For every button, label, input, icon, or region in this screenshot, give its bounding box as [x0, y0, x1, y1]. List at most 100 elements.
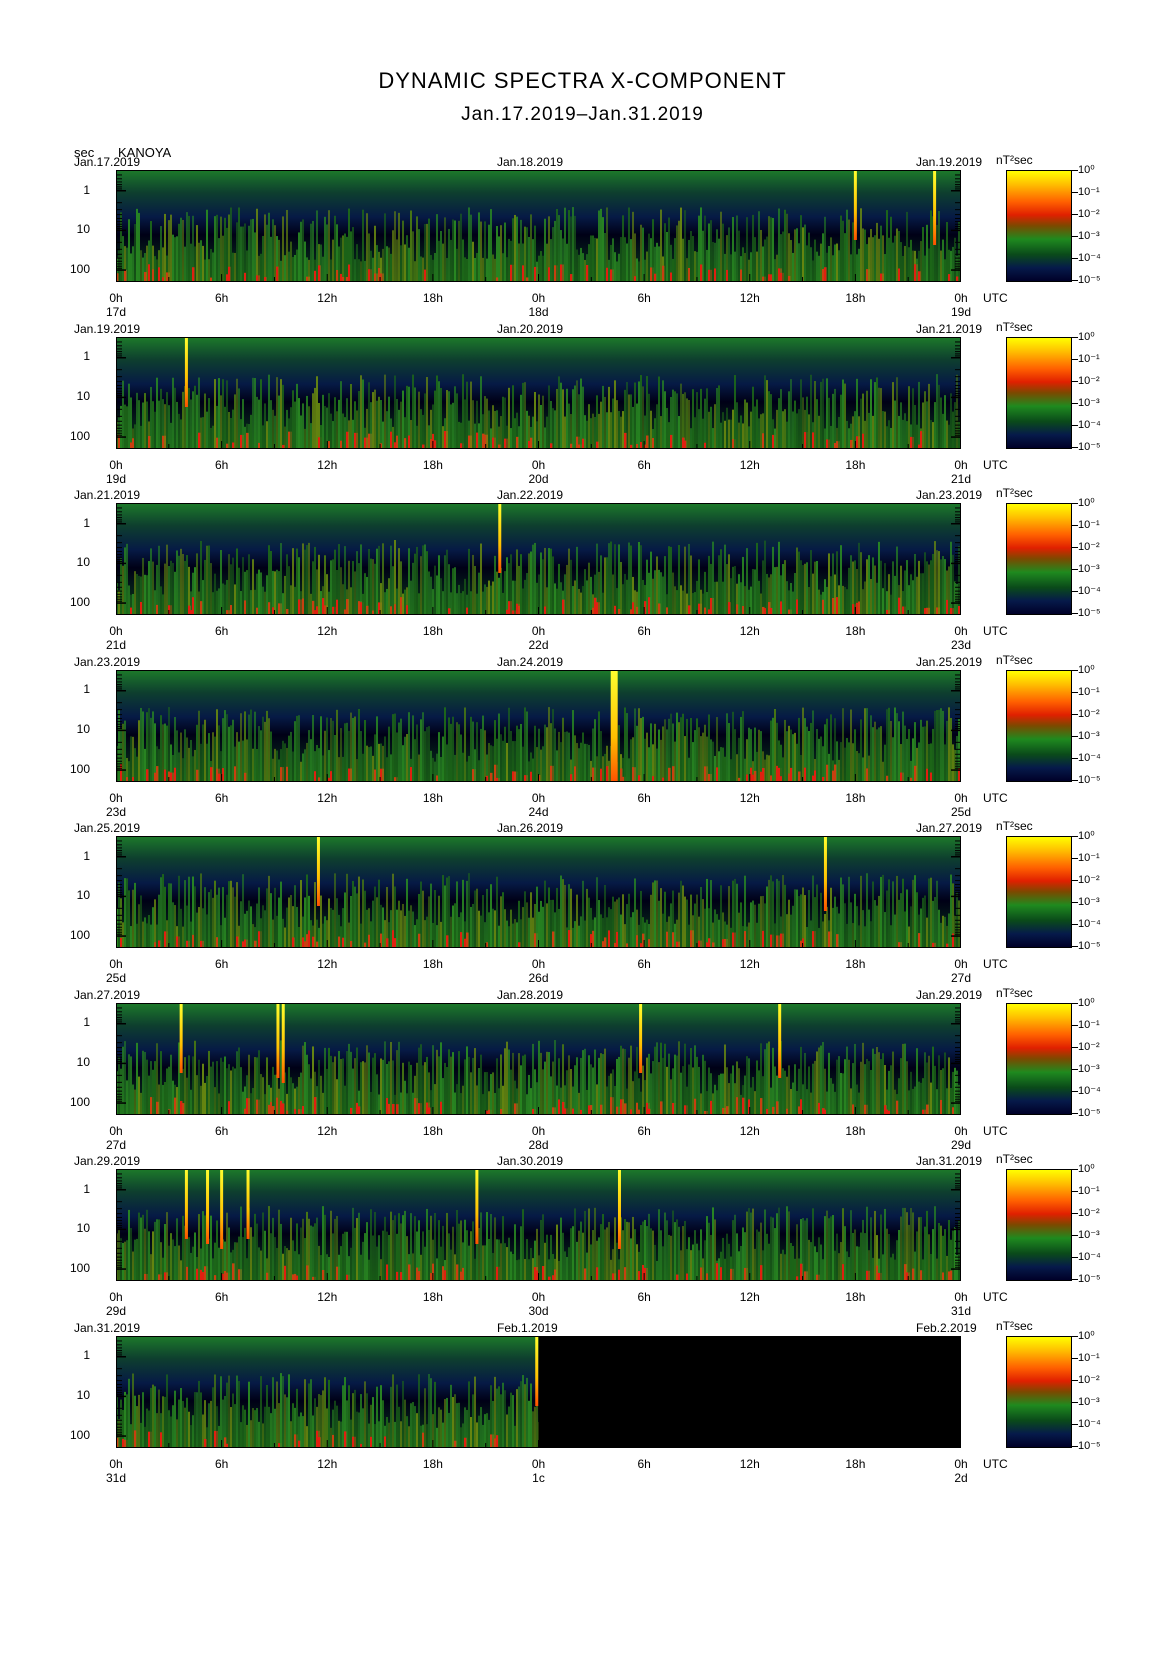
- colorbar-tick-label: 10⁻¹: [1078, 186, 1100, 198]
- spike-event: [933, 170, 937, 245]
- colorbar-tick-label: 10⁻³: [1078, 230, 1100, 242]
- colorbar-tick-label: 10⁻²: [1078, 208, 1100, 220]
- colorbar-tick-label: 10⁰: [1078, 663, 1095, 676]
- colorbar-tick-label: 10⁻⁴: [1078, 1084, 1101, 1097]
- y-tick-label: 100: [69, 761, 90, 776]
- colorbar-tick-label: 10⁻⁴: [1078, 1251, 1101, 1263]
- day-label: 24d: [528, 804, 549, 819]
- colorbar-tick-label: 10⁻⁴: [1078, 1417, 1101, 1430]
- colorbar-tick-label: 10⁰: [1078, 830, 1095, 842]
- colorbar-tick-label: 10⁰: [1078, 497, 1095, 509]
- x-tick-label: 0h: [954, 957, 968, 971]
- colorbar-tick-label: 10⁻⁵: [1078, 940, 1101, 952]
- colorbar-tick-label: 10⁻¹: [1078, 852, 1100, 864]
- colorbar-tick-label: 10⁰: [1078, 1163, 1095, 1175]
- colorbar-tick-label: 10⁻²: [1078, 1207, 1100, 1219]
- x-tick-label: 0h: [954, 624, 968, 638]
- y-tick-label: 10: [76, 888, 90, 903]
- unit-label: nT²sec: [996, 153, 1033, 167]
- day-label: 27d: [105, 1137, 127, 1152]
- spectrogram-plot: [116, 1169, 961, 1281]
- spike-event: [778, 1002, 782, 1078]
- x-tick-label: 0h: [954, 457, 968, 472]
- x-tick-label: 6h: [637, 291, 651, 305]
- spectrogram-plot: [116, 170, 961, 282]
- x-tick-label: 0h: [109, 957, 123, 971]
- utc-label: UTC: [983, 790, 1008, 805]
- x-tick-label: 0h: [954, 790, 968, 805]
- x-tick-label: 6h: [214, 1456, 229, 1471]
- x-tick-label: 12h: [317, 1123, 338, 1138]
- spike-event: [498, 503, 502, 573]
- spectrum-panel: Jan.27.2019 Jan.28.2019 Jan.29.2019 nT²sec 1…: [0, 986, 1165, 1167]
- x-tick-label: 6h: [214, 1290, 229, 1304]
- x-tick-label: 12h: [317, 1290, 338, 1304]
- day-label: 1c: [532, 1470, 545, 1485]
- spike-event: [316, 836, 320, 906]
- date-label-mid: Jan.18.2019: [497, 155, 564, 169]
- y-tick-label: 1: [83, 1348, 90, 1363]
- spectrum-panel: Jan.21.2019 Jan.22.2019 Jan.23.2019 nT²sec 1…: [0, 486, 1165, 667]
- y-tick-label: 100: [69, 428, 90, 443]
- x-tick-label: 6h: [637, 457, 651, 472]
- x-tick-label: 12h: [317, 1456, 338, 1471]
- utc-label: UTC: [983, 1123, 1008, 1138]
- x-tick-label: 0h: [109, 624, 123, 638]
- spike-event: [475, 1169, 479, 1244]
- spike-event: [853, 170, 857, 240]
- spike-event: [184, 1169, 188, 1239]
- colorbar-tick-label: 10⁻⁴: [1078, 585, 1101, 597]
- spectrum-panel: Jan.29.2019 Jan.30.2019 Jan.31.2019 nT²sec 1…: [0, 1152, 1165, 1333]
- date-label-right: Jan.25.2019: [916, 654, 983, 669]
- spectrogram-plot: [116, 1335, 961, 1448]
- colorbar: [1006, 669, 1072, 782]
- x-tick-label: 0h: [531, 624, 546, 638]
- colorbar-tick-label: 10⁻⁵: [1078, 773, 1101, 786]
- x-tick-label: 6h: [214, 790, 229, 805]
- colorbar-tick-label: 10⁻⁵: [1078, 1439, 1101, 1452]
- date-label-left: Jan.23.2019: [74, 654, 141, 669]
- colorbar: [1006, 503, 1072, 615]
- x-tick-label: 0h: [531, 1123, 546, 1138]
- x-tick-label: 12h: [317, 957, 338, 971]
- y-tick-label: 10: [76, 1387, 90, 1402]
- colorbar-tick-label: 10⁻³: [1078, 1229, 1100, 1241]
- x-tick-label: 18h: [422, 1123, 443, 1138]
- date-label-right: Jan.21.2019: [916, 321, 983, 336]
- utc-label: UTC: [983, 957, 1008, 971]
- y-tick-label: 100: [69, 262, 90, 277]
- x-tick-label: 6h: [637, 624, 651, 638]
- x-tick-label: 6h: [637, 957, 651, 971]
- day-label: 25d: [950, 804, 972, 819]
- date-label-mid: Jan.22.2019: [497, 488, 564, 502]
- x-tick-label: 12h: [317, 624, 338, 638]
- x-tick-label: 6h: [214, 624, 229, 638]
- utc-label: UTC: [983, 1290, 1008, 1304]
- day-label: 27d: [950, 971, 972, 985]
- colorbar-tick-label: 10⁻⁵: [1078, 274, 1101, 286]
- date-label-left: Jan.29.2019: [74, 1154, 141, 1168]
- colorbar-tick-label: 10⁻³: [1078, 729, 1100, 742]
- y-tick-label: 100: [69, 1427, 90, 1442]
- x-tick-label: 12h: [739, 291, 760, 305]
- colorbar-tick-label: 10⁰: [1078, 330, 1095, 343]
- day-label: 18d: [528, 305, 549, 319]
- colorbar-tick-label: 10⁻⁴: [1078, 252, 1101, 264]
- colorbar-tick-label: 10⁻³: [1078, 1062, 1100, 1075]
- x-tick-label: 0h: [109, 1290, 123, 1304]
- date-label-mid: Feb.1.2019: [497, 1320, 558, 1335]
- y-tick-label: 10: [76, 222, 90, 237]
- colorbar: [1006, 1002, 1072, 1115]
- spectrogram-svg: [116, 1335, 961, 1448]
- spectrogram-svg: [116, 170, 961, 282]
- x-tick-label: 0h: [109, 790, 123, 805]
- x-tick-label: 6h: [637, 790, 651, 805]
- day-label: 23d: [105, 804, 127, 819]
- colorbar-tick-label: 10⁻¹: [1078, 685, 1100, 698]
- day-label: 17d: [105, 305, 127, 319]
- x-tick-label: 12h: [739, 957, 760, 971]
- spike-event: [220, 1169, 224, 1249]
- y-tick-label: 10: [76, 1054, 90, 1069]
- colorbar-tick-label: 10⁻³: [1078, 1395, 1100, 1408]
- colorbar: [1006, 336, 1072, 449]
